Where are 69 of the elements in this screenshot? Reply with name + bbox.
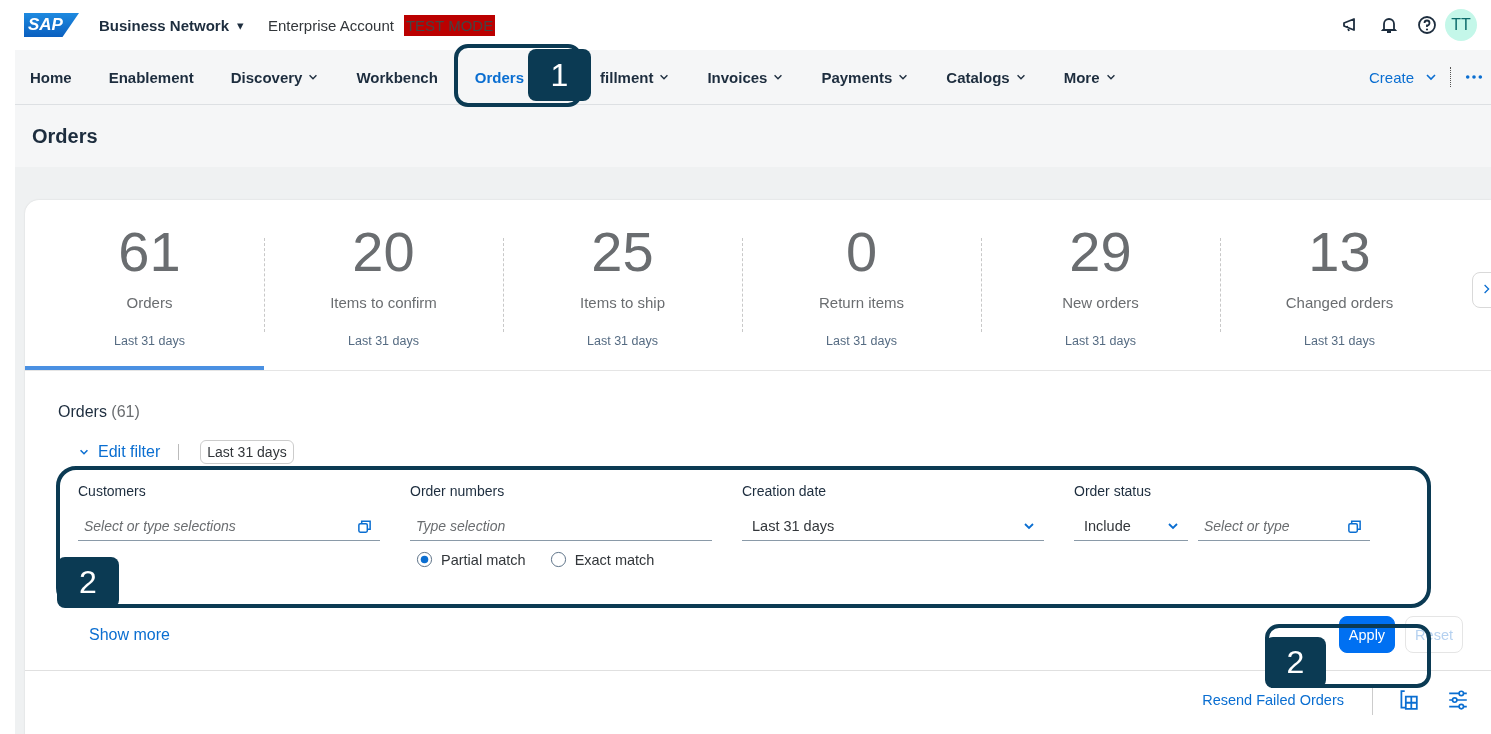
- filter-chip[interactable]: Last 31 days: [200, 440, 294, 464]
- kpi-tile[interactable]: 29 New orders Last 31 days: [981, 200, 1220, 370]
- filter-label: Customers: [78, 483, 147, 499]
- tile-period: Last 31 days: [1304, 334, 1375, 348]
- nav-tab[interactable]: More: [1063, 68, 1117, 86]
- input-field[interactable]: Select or type: [1198, 512, 1370, 541]
- nav-tab[interactable]: Enablement: [108, 68, 194, 86]
- tile-label: Orders: [126, 294, 173, 311]
- tile-label: Items to confirm: [330, 294, 437, 311]
- select-field[interactable]: Include: [1074, 512, 1188, 541]
- tile-label: New orders: [1062, 294, 1139, 311]
- nav-tab[interactable]: Workbench: [356, 68, 438, 86]
- callout-number: 2: [57, 557, 119, 608]
- radio-icon[interactable]: [549, 551, 567, 568]
- tile-period: Last 31 days: [587, 334, 658, 348]
- more-icon[interactable]: [1465, 74, 1483, 80]
- copy-icon[interactable]: [1347, 518, 1362, 534]
- bell-icon[interactable]: [1379, 15, 1399, 35]
- select-field[interactable]: Last 31 days: [742, 512, 1044, 541]
- filter-label: Order status: [1074, 483, 1153, 499]
- tile-period: Last 31 days: [114, 334, 185, 348]
- tile-value: 29: [1069, 222, 1132, 282]
- caret-icon[interactable]: ▾: [237, 17, 244, 33]
- mode-badge: TEST MODE: [403, 14, 496, 36]
- tile-value: 0: [845, 222, 878, 282]
- callout-number: 1: [528, 49, 591, 101]
- radio-option[interactable]: Exact match: [549, 551, 655, 568]
- tile-period: Last 31 days: [1065, 334, 1136, 348]
- settings-icon[interactable]: [1447, 689, 1469, 711]
- nav-tab[interactable]: Invoices: [707, 68, 785, 86]
- tile-value: 61: [118, 222, 181, 282]
- product-menu[interactable]: Business Network: [98, 16, 229, 34]
- create-menu[interactable]: Create: [1368, 68, 1438, 86]
- edit-filter-link[interactable]: Edit filter: [78, 443, 161, 461]
- tile-period: Last 31 days: [826, 334, 897, 348]
- radio-option[interactable]: Partial match: [416, 551, 526, 568]
- tile-value: 20: [352, 222, 415, 282]
- tile-label: Changed orders: [1285, 294, 1394, 311]
- kpi-tile[interactable]: 25 Items to ship Last 31 days: [503, 200, 742, 370]
- kpi-tile[interactable]: 61 Orders Last 31 days: [25, 200, 264, 370]
- nav-tab[interactable]: Catalogs: [946, 68, 1027, 86]
- help-icon[interactable]: [1417, 15, 1437, 35]
- nav-tab[interactable]: Discovery: [230, 68, 320, 86]
- show-more-link[interactable]: Show more: [89, 625, 170, 644]
- section-title: Orders (61): [58, 403, 141, 421]
- tile-label: Items to ship: [579, 294, 665, 311]
- avatar[interactable]: TT: [1445, 9, 1477, 41]
- copy-icon[interactable]: [357, 518, 372, 534]
- nav-tab[interactable]: Payments: [821, 68, 910, 86]
- input-field[interactable]: Type selection: [410, 512, 712, 541]
- tile-period: Last 31 days: [348, 334, 419, 348]
- nav-tab[interactable]: Orders: [474, 68, 525, 86]
- kpi-tile[interactable]: 13 Changed orders Last 31 days: [1220, 200, 1459, 370]
- input-field[interactable]: Select or type selections: [78, 512, 380, 541]
- callout-number: 2: [1265, 637, 1326, 688]
- page-title: Orders: [32, 124, 98, 148]
- filter-label: Order numbers: [410, 483, 506, 499]
- account-name: Enterprise Account: [268, 16, 394, 34]
- tile-value: 13: [1308, 222, 1371, 282]
- resend-link[interactable]: Resend Failed Orders: [1202, 692, 1344, 708]
- filter-label: Creation date: [742, 483, 828, 499]
- tile-label: Return items: [819, 294, 904, 311]
- logo[interactable]: SAP: [24, 13, 79, 37]
- tile-value: 25: [591, 222, 654, 282]
- nav-tab[interactable]: Home: [30, 68, 72, 86]
- radio-icon[interactable]: [416, 551, 433, 568]
- kpi-tile[interactable]: 0 Return items Last 31 days: [742, 200, 981, 370]
- nav-tab[interactable]: fillment: [600, 68, 671, 86]
- kpi-tile[interactable]: 20 Items to confirm Last 31 days: [264, 200, 503, 370]
